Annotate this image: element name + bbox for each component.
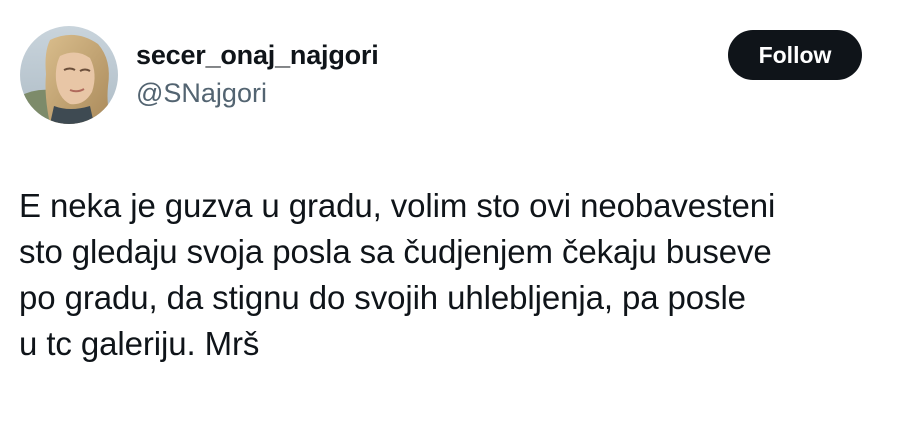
- author-names: secer_onaj_najgori @SNajgori: [136, 38, 379, 110]
- author-avatar[interactable]: [20, 26, 118, 124]
- tweet-card: secer_onaj_najgori @SNajgori Follow E ne…: [0, 0, 900, 438]
- follow-button[interactable]: Follow: [728, 30, 862, 80]
- avatar-photo-icon: [20, 26, 118, 124]
- author-display-name[interactable]: secer_onaj_najgori: [136, 38, 379, 72]
- author-handle[interactable]: @SNajgori: [136, 76, 379, 110]
- tweet-header: secer_onaj_najgori @SNajgori Follow: [20, 26, 880, 126]
- tweet-text: E neka je guzva u gradu, volim sto ovi n…: [19, 187, 776, 362]
